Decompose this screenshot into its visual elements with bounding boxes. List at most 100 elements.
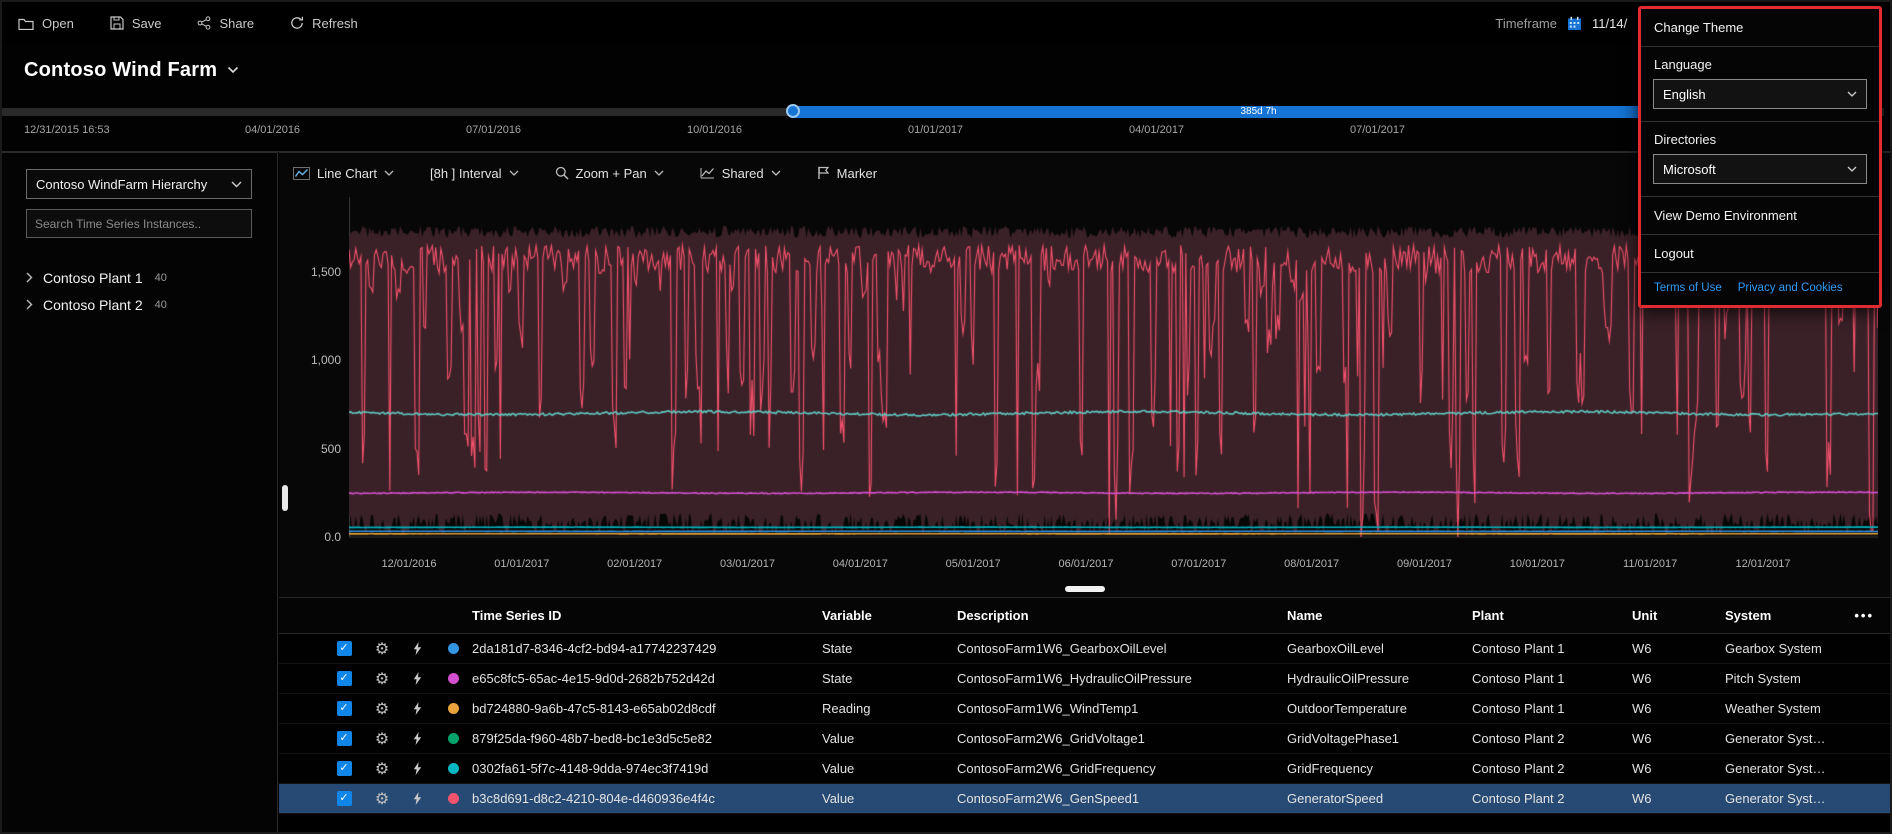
- series-color-dot: [448, 793, 459, 804]
- chart-resize-handle[interactable]: [1065, 586, 1105, 592]
- open-label: Open: [42, 16, 74, 31]
- cell-name: GeneratorSpeed: [1287, 791, 1472, 806]
- language-select-value: English: [1663, 87, 1706, 102]
- column-header-variable[interactable]: Variable: [822, 608, 957, 623]
- table-row[interactable]: ✓⚙e65c8fc5-65ac-4e15-9d0d-2682b752d42dSt…: [279, 664, 1890, 694]
- table-row[interactable]: ✓⚙879f25da-f960-48b7-bed8-bc1e3d5c5e82Va…: [279, 724, 1890, 754]
- menu-item-logout[interactable]: Logout: [1641, 235, 1879, 272]
- row-checkbox[interactable]: ✓: [337, 701, 352, 716]
- language-label: Language: [1641, 47, 1879, 77]
- series-color-dot: [448, 733, 459, 744]
- interval-dropdown[interactable]: [8h ] Interval: [430, 166, 519, 181]
- row-checkbox[interactable]: ✓: [337, 761, 352, 776]
- table-row[interactable]: ✓⚙b3c8d691-d8c2-4210-804e-d460936e4f4cVa…: [279, 784, 1890, 814]
- timeline-tick-label: 07/01/2016: [466, 124, 521, 136]
- marker-flag-icon: [817, 166, 830, 180]
- row-events-lightning-icon[interactable]: [400, 762, 434, 775]
- column-header-unit[interactable]: Unit: [1632, 608, 1725, 623]
- row-events-lightning-icon[interactable]: [400, 672, 434, 685]
- row-checkbox[interactable]: ✓: [337, 791, 352, 806]
- row-settings-gear-icon[interactable]: ⚙: [364, 789, 400, 809]
- cell-system: Generator System: [1725, 761, 1834, 776]
- timeline-tick-label: 01/01/2017: [908, 124, 963, 136]
- chevron-right-icon: [26, 299, 33, 310]
- x-axis-tick-label: 09/01/2017: [1397, 558, 1452, 570]
- row-settings-gear-icon[interactable]: ⚙: [364, 729, 400, 749]
- column-header-description[interactable]: Description: [957, 608, 1287, 623]
- cell-time-series-id: 2da181d7-8346-4cf2-bd94-a17742237429: [472, 641, 822, 656]
- row-checkbox[interactable]: ✓: [337, 731, 352, 746]
- column-header-system[interactable]: System: [1725, 608, 1834, 623]
- row-checkbox[interactable]: ✓: [337, 641, 352, 656]
- save-button[interactable]: Save: [110, 16, 162, 31]
- cell-unit: W6: [1632, 731, 1725, 746]
- row-events-lightning-icon[interactable]: [400, 702, 434, 715]
- zoom-pan-dropdown[interactable]: Zoom + Pan: [555, 166, 664, 181]
- cell-time-series-id: bd724880-9a6b-47c5-8143-e65ab02d8cdf: [472, 701, 822, 716]
- title-row: Contoso Wind Farm: [2, 44, 1890, 96]
- row-settings-gear-icon[interactable]: ⚙: [364, 759, 400, 779]
- cell-unit: W6: [1632, 701, 1725, 716]
- shared-dropdown[interactable]: Shared: [700, 166, 781, 181]
- y-axis-tick-label: 1,500: [283, 265, 341, 279]
- menu-item-change-theme[interactable]: Change Theme: [1641, 9, 1879, 47]
- save-floppy-icon: [110, 16, 124, 30]
- row-checkbox[interactable]: ✓: [337, 671, 352, 686]
- tree-item-label: Contoso Plant 2: [43, 297, 143, 313]
- hierarchy-select-value: Contoso WindFarm Hierarchy: [36, 177, 207, 192]
- tree-item-contoso-plant-2[interactable]: Contoso Plant 240: [26, 291, 277, 318]
- table-row[interactable]: ✓⚙bd724880-9a6b-47c5-8143-e65ab02d8cdfRe…: [279, 694, 1890, 724]
- chart-vertical-scrollbar[interactable]: [282, 485, 288, 511]
- row-events-lightning-icon[interactable]: [400, 732, 434, 745]
- title-chevron-down-icon[interactable]: [227, 66, 239, 74]
- timeframe-value[interactable]: 11/14/: [1592, 16, 1634, 31]
- cell-description: ContosoFarm2W6_GenSpeed1: [957, 791, 1287, 806]
- cell-plant: Contoso Plant 1: [1472, 701, 1632, 716]
- terms-link[interactable]: Terms of Use: [1654, 282, 1722, 294]
- row-settings-gear-icon[interactable]: ⚙: [364, 699, 400, 719]
- cell-system: Generator System: [1725, 731, 1834, 746]
- save-label: Save: [132, 16, 162, 31]
- cell-name: GridVoltagePhase1: [1287, 731, 1472, 746]
- timeline-tick-label: 04/01/2016: [245, 124, 300, 136]
- column-header-name[interactable]: Name: [1287, 608, 1472, 623]
- search-input[interactable]: [26, 209, 252, 238]
- cell-name: HydraulicOilPressure: [1287, 671, 1472, 686]
- open-button[interactable]: Open: [18, 16, 74, 31]
- language-select[interactable]: English: [1653, 79, 1867, 109]
- cell-plant: Contoso Plant 2: [1472, 731, 1632, 746]
- marker-button[interactable]: Marker: [817, 166, 877, 181]
- timeline-tick-label: 12/31/2015 16:53: [24, 124, 110, 136]
- cell-unit: W6: [1632, 641, 1725, 656]
- row-events-lightning-icon[interactable]: [400, 642, 434, 655]
- cell-system: Generator System: [1725, 791, 1834, 806]
- chart-type-dropdown[interactable]: Line Chart: [293, 166, 394, 181]
- user-menu-highlight: Change Theme Language English Directorie…: [1638, 6, 1882, 308]
- cell-system: Weather System: [1725, 701, 1834, 716]
- table-row[interactable]: ✓⚙2da181d7-8346-4cf2-bd94-a17742237429St…: [279, 634, 1890, 664]
- refresh-label: Refresh: [312, 16, 358, 31]
- refresh-button[interactable]: Refresh: [290, 16, 358, 31]
- tree-item-count: 40: [155, 272, 167, 284]
- row-events-lightning-icon[interactable]: [400, 792, 434, 805]
- column-header-plant[interactable]: Plant: [1472, 608, 1632, 623]
- more-columns-icon[interactable]: •••: [1834, 608, 1890, 623]
- timeline-tick-labels: 12/31/2015 16:5304/01/201607/01/201610/0…: [2, 124, 1890, 144]
- calendar-icon[interactable]: [1567, 16, 1582, 31]
- cell-time-series-id: 0302fa61-5f7c-4148-9dda-974ec3f7419d: [472, 761, 822, 776]
- privacy-link[interactable]: Privacy and Cookies: [1738, 282, 1843, 294]
- column-header-time-series-id[interactable]: Time Series ID: [472, 608, 822, 623]
- hierarchy-select[interactable]: Contoso WindFarm Hierarchy: [26, 169, 252, 199]
- cell-plant: Contoso Plant 2: [1472, 761, 1632, 776]
- row-settings-gear-icon[interactable]: ⚙: [364, 669, 400, 689]
- share-button[interactable]: Share: [197, 16, 254, 31]
- row-settings-gear-icon[interactable]: ⚙: [364, 639, 400, 659]
- table-row[interactable]: ✓⚙0302fa61-5f7c-4148-9dda-974ec3f7419dVa…: [279, 754, 1890, 784]
- tree-item-contoso-plant-1[interactable]: Contoso Plant 140: [26, 264, 277, 291]
- open-folder-icon: [18, 17, 34, 30]
- directories-select[interactable]: Microsoft: [1653, 154, 1867, 184]
- x-axis-tick-label: 04/01/2017: [833, 558, 888, 570]
- menu-item-view-demo[interactable]: View Demo Environment: [1641, 197, 1879, 235]
- series-color-dot: [448, 673, 459, 684]
- timeline-left-handle[interactable]: [786, 104, 800, 118]
